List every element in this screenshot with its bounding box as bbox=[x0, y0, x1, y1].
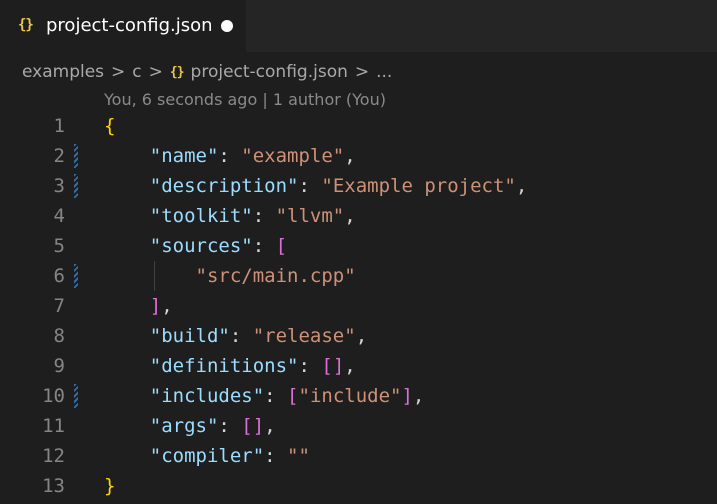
json-value: "Example project" bbox=[321, 175, 516, 197]
json-key: "description" bbox=[149, 175, 299, 197]
code-line: 9 "definitions": [], bbox=[0, 351, 717, 381]
json-key: "build" bbox=[149, 325, 230, 347]
json-braces-icon: {} bbox=[169, 64, 185, 80]
modified-line-marker[interactable] bbox=[74, 174, 78, 198]
code-line: 5 "sources": [ bbox=[0, 231, 717, 261]
code-line: 12 "compiler": "" bbox=[0, 441, 717, 471]
modified-line-marker[interactable] bbox=[74, 144, 78, 168]
code-line: 2 "name": "example", bbox=[0, 141, 717, 171]
line-number: 3 bbox=[53, 175, 65, 197]
breadcrumb-item-examples[interactable]: examples bbox=[22, 62, 104, 82]
unsaved-dot-icon[interactable] bbox=[221, 20, 233, 32]
code-editor[interactable]: 1 { 2 "name": "example", 3 "description"… bbox=[0, 111, 717, 501]
line-number: 10 bbox=[42, 385, 65, 407]
json-key: "sources" bbox=[149, 235, 253, 257]
line-number: 5 bbox=[53, 235, 65, 257]
code-line: 8 "build": "release", bbox=[0, 321, 717, 351]
breadcrumb-item-c[interactable]: c bbox=[132, 62, 141, 82]
json-value: "" bbox=[287, 445, 310, 467]
breadcrumb: examples > c > {} project-config.json > … bbox=[22, 60, 392, 84]
line-number: 11 bbox=[42, 415, 65, 437]
chevron-right-icon: > bbox=[148, 62, 163, 82]
chevron-right-icon: > bbox=[354, 62, 370, 82]
chevron-right-icon: > bbox=[111, 62, 126, 82]
tab-project-config[interactable]: {} project-config.json bbox=[0, 0, 246, 52]
modified-line-marker[interactable] bbox=[74, 264, 78, 288]
line-number: 7 bbox=[53, 295, 65, 317]
code-line: 13 } bbox=[0, 471, 717, 501]
line-number: 8 bbox=[53, 325, 65, 347]
modified-line-marker[interactable] bbox=[74, 384, 78, 408]
json-value: "src/main.cpp" bbox=[195, 265, 356, 287]
breadcrumb-item-symbols[interactable]: ... bbox=[376, 62, 392, 82]
line-number: 1 bbox=[53, 115, 65, 137]
git-blame-codelens[interactable]: You, 6 seconds ago | 1 author (You) bbox=[104, 90, 386, 109]
line-number: 4 bbox=[53, 205, 65, 227]
code-line: 4 "toolkit": "llvm", bbox=[0, 201, 717, 231]
json-key: "toolkit" bbox=[149, 205, 253, 227]
code-line: 11 "args": [], bbox=[0, 411, 717, 441]
line-number: 2 bbox=[53, 145, 65, 167]
json-value: "release" bbox=[252, 325, 356, 347]
tab-label: project-config.json bbox=[46, 15, 213, 36]
line-number: 13 bbox=[42, 475, 65, 497]
code-line: 1 { bbox=[0, 111, 717, 141]
line-number: 9 bbox=[53, 355, 65, 377]
json-key: "name" bbox=[149, 145, 219, 167]
json-key: "args" bbox=[149, 415, 219, 437]
json-braces-icon: {} bbox=[18, 17, 34, 33]
json-key: "definitions" bbox=[149, 355, 299, 377]
json-value: "include" bbox=[298, 385, 402, 407]
json-value: "llvm" bbox=[275, 205, 345, 227]
code-line: 6 "src/main.cpp" bbox=[0, 261, 717, 291]
code-line: 3 "description": "Example project", bbox=[0, 171, 717, 201]
json-key: "includes" bbox=[149, 385, 265, 407]
code-line: 7 ], bbox=[0, 291, 717, 321]
line-number: 12 bbox=[42, 445, 65, 467]
code-line: 10 "includes": ["include"], bbox=[0, 381, 717, 411]
breadcrumb-item-file[interactable]: project-config.json bbox=[191, 62, 348, 82]
line-number: 6 bbox=[53, 265, 65, 287]
tab-bar: {} project-config.json bbox=[0, 0, 717, 52]
json-key: "compiler" bbox=[149, 445, 265, 467]
json-value: "example" bbox=[241, 145, 345, 167]
